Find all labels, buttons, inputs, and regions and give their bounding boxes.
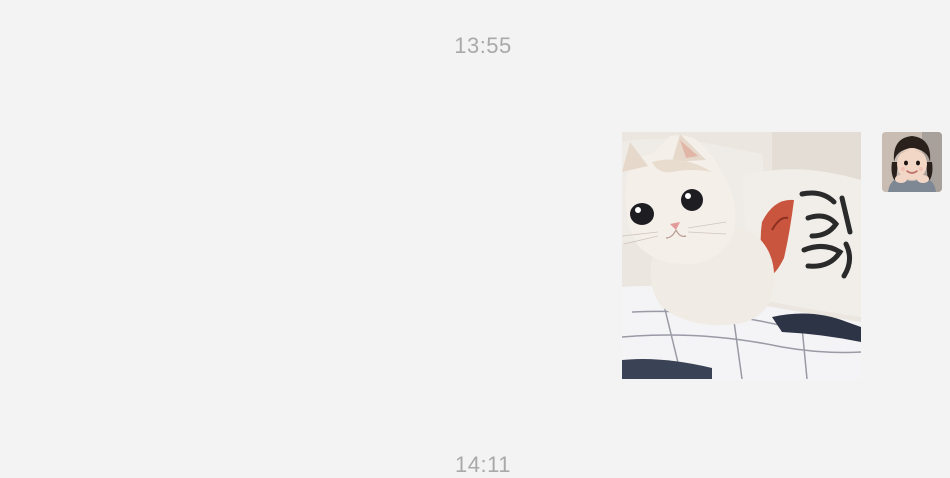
avatar-image bbox=[882, 132, 942, 192]
message-timestamp: 14:11 bbox=[455, 452, 511, 477]
outgoing-message-row bbox=[0, 130, 950, 382]
chat-message-area: 13:55 14:11 bbox=[0, 0, 950, 477]
message-timestamp: 13:55 bbox=[454, 33, 512, 58]
image-message-cat-photo[interactable] bbox=[622, 132, 861, 379]
user-avatar[interactable] bbox=[882, 132, 942, 192]
cat-photo-image bbox=[622, 132, 861, 379]
